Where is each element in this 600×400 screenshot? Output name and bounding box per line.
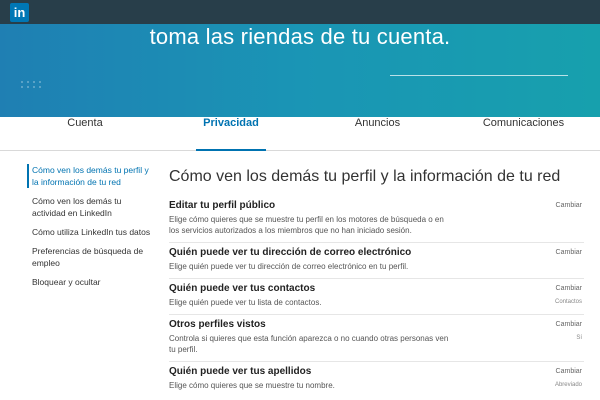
tab-comunicaciones[interactable]: Comunicaciones <box>466 117 581 151</box>
setting-title: Quién puede ver tu dirección de correo e… <box>169 247 412 258</box>
change-link[interactable]: Cambiar <box>556 249 582 256</box>
setting-title: Quién puede ver tus apellidos <box>169 366 312 377</box>
setting-description: Elige cómo quieres que se muestre tu nom… <box>169 381 335 390</box>
setting-perfil-publico[interactable]: Editar tu perfil público Elige cómo quie… <box>169 196 584 243</box>
setting-title: Otros perfiles vistos <box>169 319 266 330</box>
tab-anuncios[interactable]: Anuncios <box>330 117 425 151</box>
setting-apellidos[interactable]: Quién puede ver tus apellidos Elige cómo… <box>169 362 584 397</box>
setting-description: Elige cómo quieres que se muestre tu per… <box>169 215 444 235</box>
decorative-dots-icon <box>21 81 41 88</box>
hero-divider <box>390 75 568 76</box>
linkedin-logo-icon[interactable]: in <box>10 3 29 22</box>
setting-description: Elige quién puede ver tu lista de contac… <box>169 298 322 307</box>
top-navigation-bar: in <box>0 0 600 24</box>
sidebar-item-datos[interactable]: Cómo utiliza LinkedIn tus datos <box>27 226 157 238</box>
sidebar-item-actividad[interactable]: Cómo ven los demás tu actividad en Linke… <box>27 195 157 219</box>
section-title: Cómo ven los demás tu perfil y la inform… <box>169 168 561 185</box>
setting-description: Elige quién puede ver tu dirección de co… <box>169 262 409 271</box>
sidebar-item-busqueda-empleo[interactable]: Preferencias de búsqueda de empleo <box>27 245 157 269</box>
sidebar-item-perfil-y-red[interactable]: Cómo ven los demás tu perfil y la inform… <box>27 164 157 188</box>
setting-correo-electronico[interactable]: Quién puede ver tu dirección de correo e… <box>169 243 584 279</box>
tab-privacidad[interactable]: Privacidad <box>196 117 266 151</box>
tab-cuenta[interactable]: Cuenta <box>0 117 170 151</box>
setting-current-value: Abreviado <box>554 382 582 388</box>
hero-banner: toma las riendas de tu cuenta. <box>0 24 600 117</box>
change-link[interactable]: Cambiar <box>556 285 582 292</box>
sidebar-item-bloquear[interactable]: Bloquear y ocultar <box>27 276 157 288</box>
settings-panel: Cómo ven los demás tu perfil y la inform… <box>169 168 584 397</box>
hero-title: toma las riendas de tu cuenta. <box>149 24 451 49</box>
setting-title: Quién puede ver tus contactos <box>169 283 316 294</box>
change-link[interactable]: Cambiar <box>556 202 582 209</box>
setting-otros-perfiles[interactable]: Otros perfiles vistos Controla si quiere… <box>169 315 584 362</box>
setting-contactos[interactable]: Quién puede ver tus contactos Elige quié… <box>169 279 584 315</box>
change-link[interactable]: Cambiar <box>556 321 582 328</box>
setting-current-value: Contactos <box>554 299 582 305</box>
setting-current-value: Sí <box>576 335 582 341</box>
settings-tabs: Cuenta Privacidad Anuncios Comunicacione… <box>0 117 600 151</box>
setting-description: Controla si quieres que esta función apa… <box>169 334 449 354</box>
setting-title: Editar tu perfil público <box>169 200 276 211</box>
privacy-sidebar: Cómo ven los demás tu perfil y la inform… <box>27 164 157 295</box>
change-link[interactable]: Cambiar <box>556 368 582 375</box>
